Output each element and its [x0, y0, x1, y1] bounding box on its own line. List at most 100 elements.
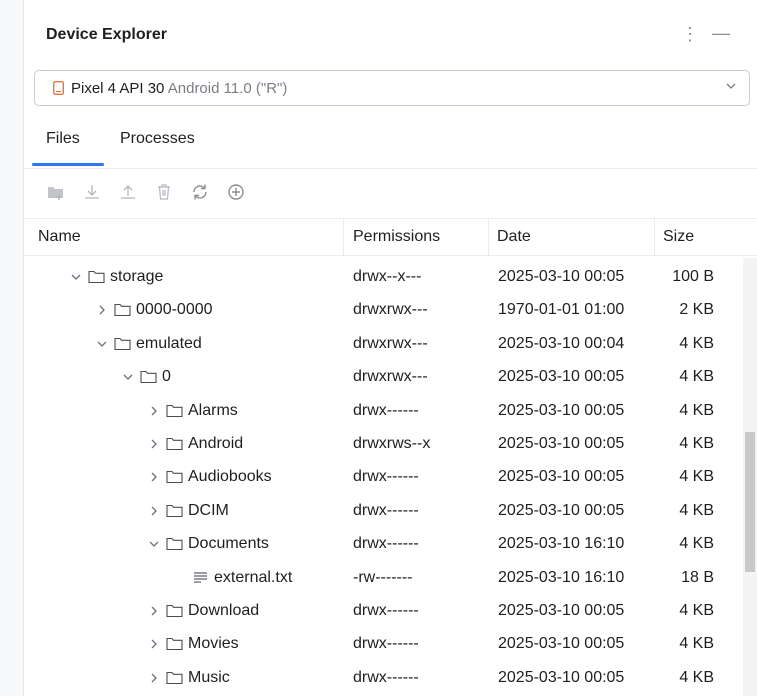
chevron-down-icon — [726, 83, 736, 89]
size-cell: 18 B — [681, 568, 714, 586]
folder-icon — [166, 638, 183, 651]
device-version: Android 11.0 ("R") — [167, 80, 288, 97]
new-folder-icon[interactable] — [46, 182, 66, 202]
folder-icon — [114, 337, 131, 350]
size-cell: 4 KB — [679, 668, 714, 686]
chevron-right-icon[interactable] — [148, 505, 160, 517]
size-cell: 4 KB — [679, 401, 714, 419]
date-cell: 2025-03-10 00:05 — [498, 668, 625, 686]
table-header: Name Permissions Date Size — [24, 219, 757, 256]
size-cell: 4 KB — [679, 535, 714, 553]
table-row[interactable]: 0 drwxrwx--- 2025-03-10 00:05 4 KB — [24, 361, 745, 394]
chevron-down-icon[interactable] — [122, 371, 134, 383]
device-explorer-panel: Device Explorer ⋮ — Pixel 4 API 30 Andro… — [24, 0, 757, 696]
date-cell: 2025-03-10 00:05 — [498, 401, 625, 419]
permissions-cell: drwx------ — [353, 501, 419, 519]
chevron-right-icon[interactable] — [96, 304, 108, 316]
table-row[interactable]: DCIM drwx------ 2025-03-10 00:05 4 KB — [24, 495, 745, 528]
panel-title: Device Explorer — [46, 26, 167, 43]
size-cell: 4 KB — [679, 501, 714, 519]
column-divider[interactable] — [343, 219, 344, 255]
permissions-cell: drwxrwx--- — [353, 301, 428, 319]
panel-header: Device Explorer ⋮ — — [24, 12, 757, 58]
toolbar — [24, 170, 757, 219]
file-tree: storage drwx--x--- 2025-03-10 00:05 100 B 00… — [24, 261, 757, 696]
size-cell: 4 KB — [679, 334, 714, 352]
file-name: Music — [188, 668, 230, 686]
table-row[interactable]: storage drwx--x--- 2025-03-10 00:05 100 B — [24, 261, 745, 294]
table-row[interactable]: Android drwxrws--x 2025-03-10 00:05 4 KB — [24, 428, 745, 461]
file-name: 0 — [162, 368, 171, 386]
minimize-icon[interactable]: — — [710, 22, 732, 46]
chevron-down-icon[interactable] — [96, 338, 108, 350]
active-tab-indicator — [32, 163, 104, 166]
permissions-cell: drwx------ — [353, 468, 419, 486]
table-row[interactable]: 0000-0000 drwxrwx--- 1970-01-01 01:00 2 KB — [24, 294, 745, 327]
chevron-right-icon[interactable] — [148, 672, 160, 684]
phone-icon — [53, 81, 64, 95]
column-divider[interactable] — [654, 219, 655, 255]
table-row[interactable]: Movies drwx------ 2025-03-10 00:05 4 KB — [24, 628, 745, 661]
table-row[interactable]: Documents drwx------ 2025-03-10 16:10 4 KB — [24, 528, 745, 561]
folder-icon — [166, 671, 183, 684]
table-row[interactable]: Audiobooks drwx------ 2025-03-10 00:05 4 KB — [24, 461, 745, 494]
table-row[interactable]: Download drwx------ 2025-03-10 00:05 4 KB — [24, 595, 745, 628]
file-name: emulated — [136, 334, 202, 352]
sync-icon[interactable] — [190, 182, 210, 202]
table-row[interactable]: Music drwx------ 2025-03-10 00:05 4 KB — [24, 662, 745, 695]
permissions-cell: drwx--x--- — [353, 268, 422, 285]
chevron-down-icon[interactable] — [70, 271, 82, 283]
chevron-right-icon[interactable] — [148, 405, 160, 417]
file-name: Documents — [188, 535, 269, 553]
delete-icon[interactable] — [154, 182, 174, 202]
text-file-icon — [194, 572, 207, 583]
size-cell: 4 KB — [679, 368, 714, 386]
file-name: Alarms — [188, 401, 238, 419]
date-cell: 1970-01-01 01:00 — [498, 301, 625, 319]
chevron-down-icon[interactable] — [148, 538, 160, 550]
table-row[interactable]: Alarms drwx------ 2025-03-10 00:05 4 KB — [24, 395, 745, 428]
left-tool-strip — [0, 0, 23, 696]
permissions-cell: drwx------ — [353, 401, 419, 419]
permissions-cell: drwxrwx--- — [353, 368, 428, 386]
file-name: Android — [188, 435, 244, 452]
more-options-icon[interactable]: ⋮ — [680, 22, 700, 46]
size-cell: 2 KB — [679, 301, 714, 319]
date-cell: 2025-03-10 16:10 — [498, 568, 625, 586]
chevron-right-icon[interactable] — [148, 438, 160, 450]
column-size[interactable]: Size — [663, 228, 694, 246]
chevron-right-icon[interactable] — [148, 471, 160, 483]
permissions-cell: drwx------ — [353, 602, 419, 619]
size-cell: 4 KB — [679, 602, 714, 619]
tab-processes[interactable]: Processes — [120, 130, 195, 148]
file-name: Download — [188, 602, 260, 619]
folder-icon — [166, 404, 183, 417]
column-date[interactable]: Date — [497, 228, 531, 246]
column-name[interactable]: Name — [38, 228, 81, 246]
download-icon[interactable] — [82, 182, 102, 202]
column-divider[interactable] — [488, 219, 489, 255]
folder-icon — [166, 604, 183, 618]
chevron-right-icon[interactable] — [148, 638, 160, 650]
permissions-cell: drwx------ — [353, 668, 419, 686]
device-label: Pixel 4 API 30 Android 11.0 ("R") — [71, 80, 287, 97]
folder-icon — [114, 304, 131, 317]
column-permissions[interactable]: Permissions — [353, 228, 440, 246]
table-row[interactable]: external.txt -rw------- 2025-03-10 16:10 18… — [24, 562, 745, 595]
upload-icon[interactable] — [118, 182, 138, 202]
file-name: 0000-0000 — [136, 301, 213, 319]
table-row[interactable]: emulated drwxrwx--- 2025-03-10 00:04 4 KB — [24, 328, 745, 361]
file-name: storage — [110, 268, 164, 285]
locate-icon[interactable] — [226, 182, 246, 202]
scrollbar-thumb[interactable] — [745, 432, 755, 572]
date-cell: 2025-03-10 16:10 — [498, 535, 625, 553]
device-selector[interactable]: Pixel 4 API 30 Android 11.0 ("R") — [34, 70, 750, 106]
size-cell: 100 B — [672, 268, 714, 285]
chevron-right-icon[interactable] — [148, 605, 160, 617]
tab-files[interactable]: Files — [46, 130, 80, 148]
size-cell: 4 KB — [679, 635, 714, 653]
permissions-cell: drwxrwx--- — [353, 334, 428, 352]
permissions-cell: -rw------- — [353, 568, 413, 586]
date-cell: 2025-03-10 00:05 — [498, 368, 625, 386]
file-name: external.txt — [214, 568, 293, 586]
